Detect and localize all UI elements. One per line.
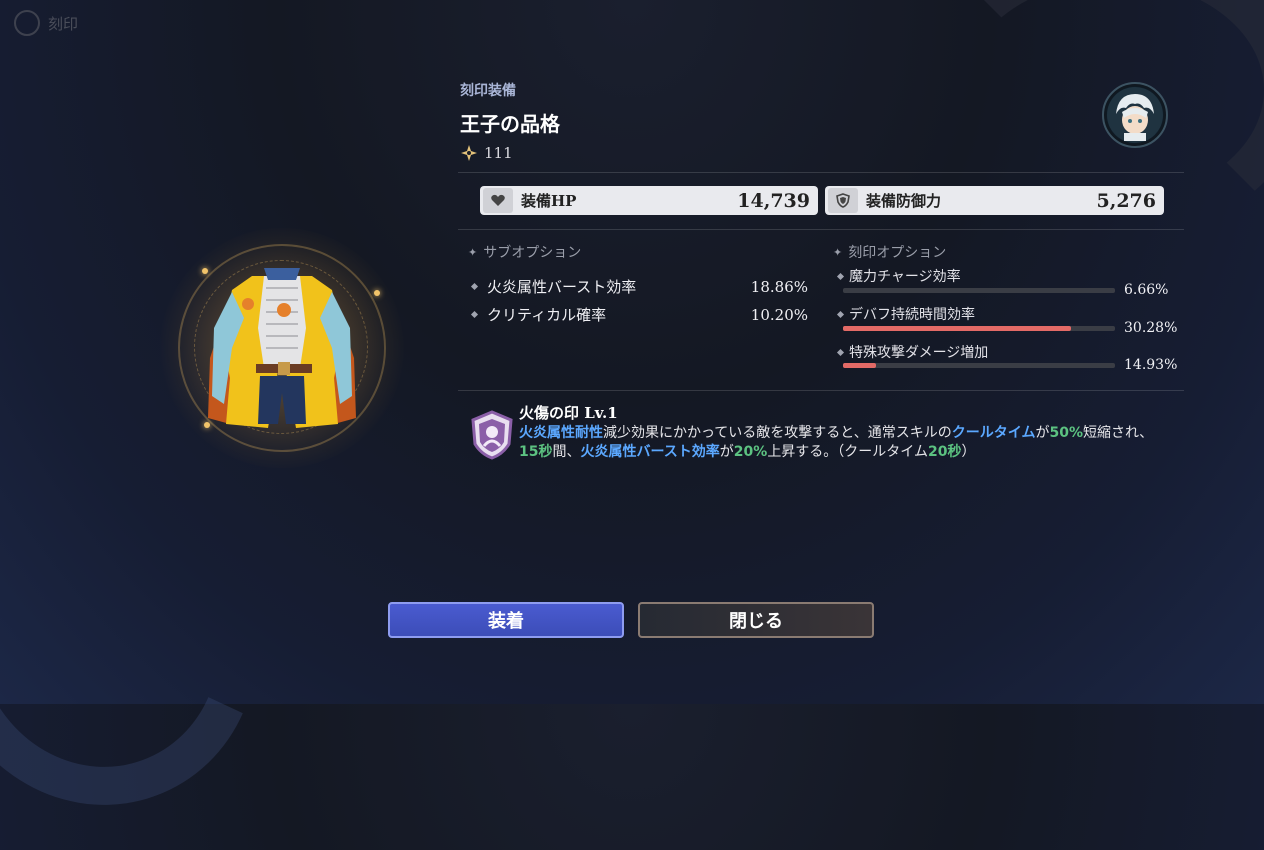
imprint-option-label-text: 魔力チャージ効率 [849, 269, 961, 285]
skill-description-segment: 20% [733, 444, 768, 460]
divider [458, 390, 1184, 391]
stat-hp-label: 装備HP [521, 192, 577, 210]
screen-header: 刻印 [14, 10, 78, 36]
stat-defense-label: 装備防御力 [866, 192, 942, 210]
combat-power: 111 [460, 144, 513, 162]
divider [458, 172, 1184, 173]
divider [458, 229, 1184, 230]
coat-icon [208, 268, 356, 428]
imprint-option-bar [843, 288, 1115, 293]
imprint-option-bar-fill [843, 363, 876, 368]
sub-option-label: 火炎属性バースト効率 [487, 278, 637, 296]
background-decoration [0, 426, 304, 850]
sub-option-value: 10.20% [750, 305, 808, 324]
imprint-option-value: 14.93% [1124, 357, 1178, 373]
sparkle-icon: ✦ [468, 245, 478, 259]
burn-mark-icon [471, 410, 513, 460]
imprint-icon [14, 10, 40, 36]
skill-description-segment: ） [961, 444, 976, 460]
skill-description-segment: 短縮され、 [1083, 425, 1154, 441]
avatar-icon [1107, 87, 1163, 143]
imprint-option-label: 魔力チャージ効率 [836, 266, 961, 286]
sub-option-row: 火炎属性バースト効率 18.86% [470, 276, 808, 297]
skill-description-segment: 上昇する。（クールタイム [767, 444, 929, 460]
imprint-option-label-text: デバフ持続時間効率 [849, 307, 975, 323]
combat-power-value: 111 [484, 144, 513, 162]
imprint-option-label: 特殊攻撃ダメージ増加 [836, 342, 989, 362]
imprint-option-value: 30.28% [1124, 320, 1178, 336]
skill-description-segment: 火炎属性耐性 [519, 425, 603, 441]
imprint-option-bar [843, 363, 1115, 368]
equipment-image [160, 228, 404, 468]
imprint-option-value: 6.66% [1124, 282, 1169, 298]
sub-options-title-text: サブオプション [483, 245, 582, 261]
stat-hp-value: 14,739 [737, 189, 810, 212]
bullet-icon [836, 348, 845, 356]
character-avatar[interactable] [1102, 82, 1168, 148]
sub-options-title: ✦ サブオプション [468, 242, 581, 262]
skill-description: 火炎属性耐性減少効果にかかっている敵を攻撃すると、通常スキルのクールタイムが50… [519, 424, 1169, 462]
sub-option-value: 18.86% [750, 277, 808, 296]
skill-description-segment: が [719, 444, 734, 460]
imprint-option-bar-fill [843, 326, 1072, 331]
skill-description-segment: 50% [1049, 425, 1083, 441]
stat-defense: 装備防御力 5,276 [825, 186, 1164, 215]
imprint-option-label-text: 特殊攻撃ダメージ増加 [849, 345, 989, 361]
skill-description-segment: が [1035, 425, 1050, 441]
equip-button[interactable]: 装着 [388, 602, 624, 638]
shield-icon [836, 193, 850, 208]
skill-description-segment: 15秒 [519, 444, 553, 460]
defense-icon-wrap [828, 188, 858, 213]
item-name: 王子の品格 [460, 112, 560, 136]
sub-option-row: クリティカル確率 10.20% [470, 304, 808, 325]
skill-description-segment: 減少効果にかかっている敵を攻撃すると、通常スキルの [603, 425, 952, 441]
stat-defense-value: 5,276 [1096, 189, 1157, 212]
skill-description-segment: 火炎属性バースト効率 [580, 444, 720, 460]
skill-title: 火傷の印 Lv.1 [519, 404, 618, 422]
imprint-options-title: ✦ 刻印オプション [833, 242, 946, 262]
bullet-icon [836, 272, 845, 280]
sub-option-label: クリティカル確率 [487, 306, 607, 324]
skill-description-segment: 間、 [552, 444, 581, 460]
bullet-icon [470, 310, 479, 319]
combat-power-icon [461, 145, 477, 161]
imprint-options-title-text: 刻印オプション [848, 245, 947, 261]
bullet-icon [836, 310, 845, 318]
bullet-icon [470, 282, 479, 291]
close-button[interactable]: 閉じる [638, 602, 874, 638]
skill-description-segment: 20秒 [928, 444, 962, 460]
imprint-option-label: デバフ持続時間効率 [836, 304, 975, 324]
skill-description-segment: クールタイム [951, 425, 1036, 441]
heart-icon [491, 194, 505, 206]
screen-title: 刻印 [48, 14, 79, 33]
hp-icon-wrap [483, 188, 513, 213]
sparkle-icon: ✦ [833, 245, 843, 259]
stat-hp: 装備HP 14,739 [480, 186, 818, 215]
item-category: 刻印装備 [460, 83, 516, 99]
imprint-option-bar [843, 326, 1115, 331]
